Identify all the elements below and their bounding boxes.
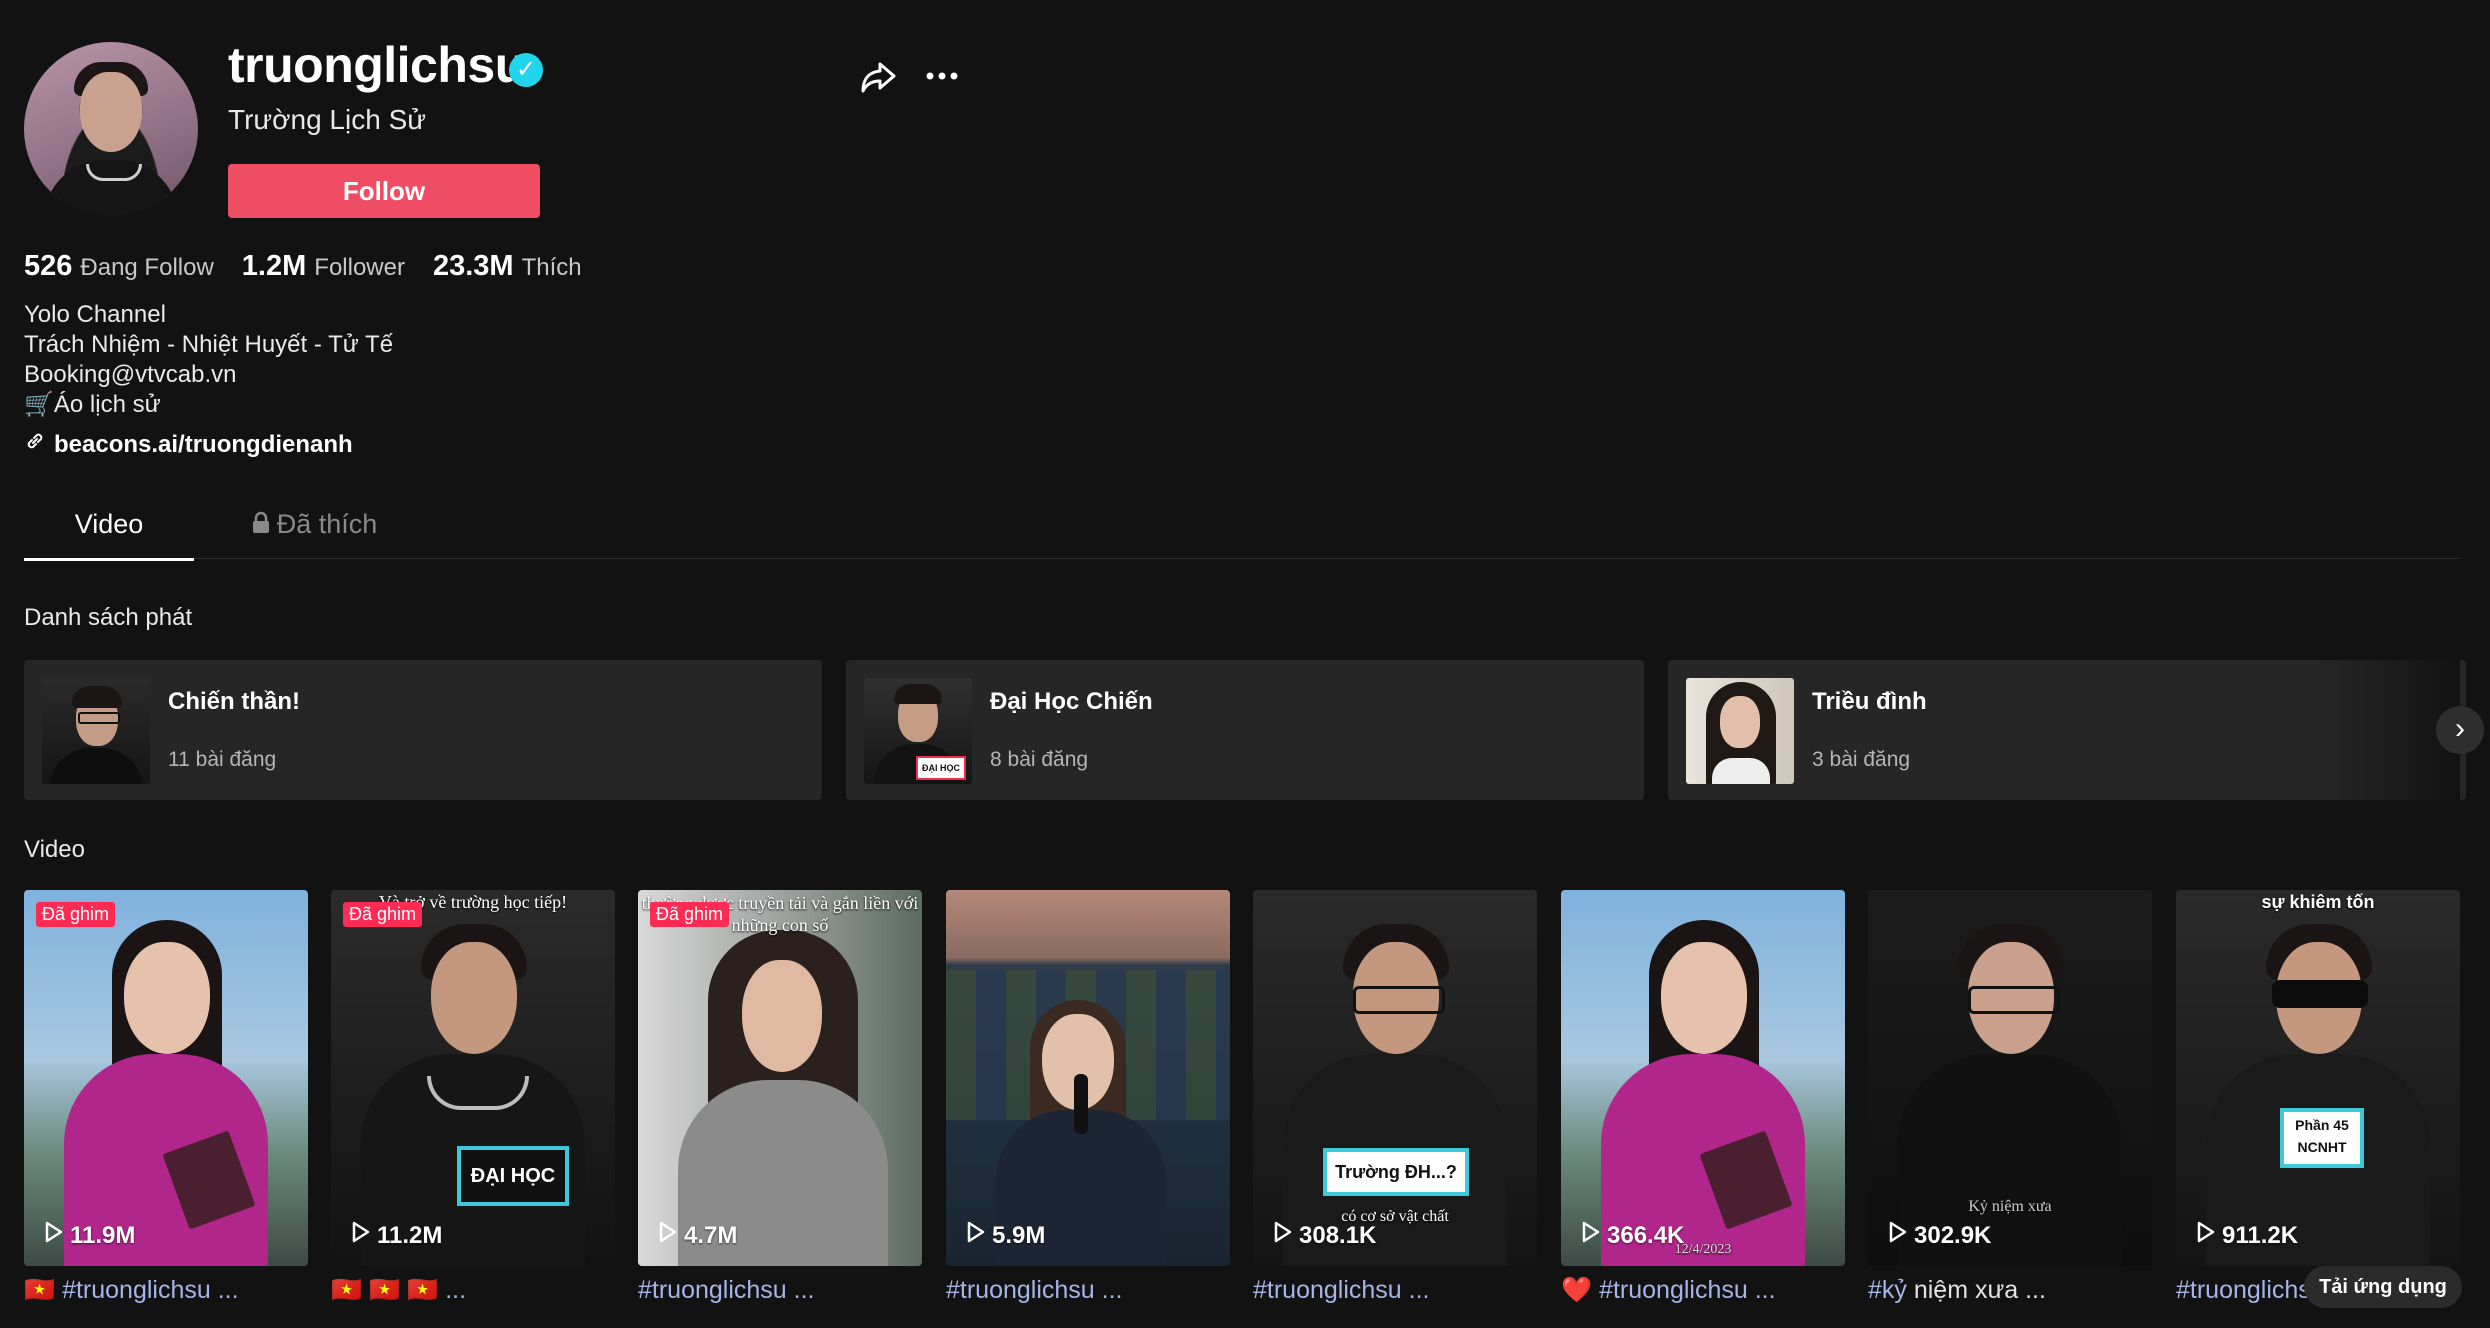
video-card[interactable]: Trường ĐH...? có cơ sở vật chất 308.1K #… [1253, 890, 1537, 1305]
video-thumbnail: Và trở về trường học tiếp! ĐẠI HỌC Đã gh… [331, 890, 615, 1266]
play-icon [1888, 1221, 1908, 1250]
video-card[interactable]: 5.9M #truonglichsu ... [946, 890, 1230, 1305]
link-icon [24, 430, 46, 459]
stat-following[interactable]: 526 Đang Follow [24, 250, 214, 283]
video-caption[interactable]: #truonglichsu ... [946, 1276, 1230, 1305]
play-icon [351, 1221, 371, 1250]
video-views: 308.1K [1273, 1221, 1376, 1250]
profile-avatar[interactable] [24, 42, 198, 216]
video-badge: ĐẠI HỌC [457, 1146, 569, 1206]
video-views: 5.9M [966, 1221, 1045, 1250]
playlist-card[interactable]: Chiến thần! 11 bài đăng [24, 660, 822, 800]
playlist-thumbnail [42, 678, 150, 784]
play-icon [658, 1221, 678, 1250]
video-card[interactable]: Kỷ niệm xưa 302.9K #kỷ niệm xưa ... [1868, 890, 2152, 1305]
video-overlay-text: sự khiêm tốn [2261, 892, 2375, 912]
video-thumbnail: thường được truyền tải và gắn liền với n… [638, 890, 922, 1266]
bio-line: Booking@vtvcab.vn [24, 361, 237, 388]
pinned-badge: Đã ghim [650, 902, 730, 927]
video-card[interactable]: Và trở về trường học tiếp! ĐẠI HỌC Đã gh… [331, 890, 615, 1305]
bio-line: 🛒Áo lịch sử [24, 391, 161, 418]
video-views: 11.2M [351, 1221, 442, 1250]
video-badge: Phần 45 NCNHT [2280, 1108, 2364, 1168]
follow-button[interactable]: Follow [228, 164, 540, 218]
playlist-next-button[interactable]: › [2436, 706, 2484, 754]
video-caption[interactable]: #truonglichsu ... [1253, 1276, 1537, 1305]
video-overlay-text: Kỷ niệm xưa [1968, 1198, 2052, 1215]
video-views: 911.2K [2196, 1221, 2298, 1250]
video-views: 11.9M [44, 1221, 135, 1250]
bio-line: Trách Nhiệm - Nhiệt Huyết - Tử Tế [24, 331, 394, 358]
pinned-badge: Đã ghim [36, 902, 116, 927]
playlists-heading: Danh sách phát [24, 604, 193, 631]
lock-icon [251, 502, 271, 550]
videos-heading: Video [24, 836, 85, 863]
playlist-count: 8 bài đăng [990, 748, 1089, 771]
playlist-title: Đại Học Chiến [990, 688, 1153, 715]
playlist-count: 11 bài đăng [168, 748, 277, 771]
play-icon [966, 1221, 986, 1250]
video-caption[interactable]: 🇻🇳 🇻🇳 🇻🇳 ... [331, 1276, 615, 1305]
profile-bio: Yolo Channel Trách Nhiệm - Nhiệt Huyết -… [24, 300, 393, 420]
playlist-count: 3 bài đăng [1812, 748, 1911, 771]
profile-username: truonglichsu [228, 37, 525, 93]
tab-video[interactable]: Video [24, 500, 194, 561]
profile-nickname: Trường Lịch Sử [228, 104, 426, 135]
tab-liked-label: Đã thích [276, 509, 378, 539]
video-card[interactable]: 12/4/2023 366.4K ❤️ #truonglichsu ... [1561, 890, 1845, 1305]
stat-likes: 23.3M Thích [432, 250, 582, 282]
video-caption[interactable]: #truonglichsu ... [638, 1276, 922, 1305]
video-caption[interactable]: ❤️ #truonglichsu ... [1561, 1276, 1845, 1305]
verified-badge-icon: ✓ [509, 53, 543, 87]
video-thumbnail: Đã ghim 11.9M [24, 890, 308, 1266]
video-card[interactable]: Đã ghim 11.9M 🇻🇳 #truonglichsu ... [24, 890, 308, 1305]
play-icon [1581, 1221, 1601, 1250]
video-thumbnail: 12/4/2023 366.4K [1561, 890, 1845, 1266]
video-thumbnail: 5.9M [946, 890, 1230, 1266]
playlist-title: Chiến thần! [168, 688, 300, 715]
video-card[interactable]: thường được truyền tải và gắn liền với n… [638, 890, 922, 1305]
profile-link-text[interactable]: beacons.ai/truongdienanh [54, 431, 353, 459]
playlist-card[interactable]: ĐẠI HỌC Đại Học Chiến 8 bài đăng [846, 660, 1644, 800]
profile-tabs: Video Đã thích [24, 500, 2460, 561]
video-caption[interactable]: 🇻🇳 #truonglichsu ... [24, 1276, 308, 1305]
video-caption[interactable]: #kỷ niệm xưa ... [1868, 1276, 2152, 1305]
video-thumbnail: Trường ĐH...? có cơ sở vật chất 308.1K [1253, 890, 1537, 1266]
playlist-title: Triều đình [1812, 688, 1927, 715]
video-card[interactable]: sự khiêm tốn Phần 45 NCNHT 911.2K #truon… [2176, 890, 2460, 1305]
profile-stats: 526 Đang Follow 1.2M Follower 23.3M Thích [24, 250, 582, 283]
more-options-icon[interactable] [922, 56, 962, 96]
playlist-thumbnail: ĐẠI HỌC [864, 678, 972, 784]
video-badge: Trường ĐH...? [1323, 1148, 1469, 1196]
tab-liked[interactable]: Đã thích [234, 500, 394, 558]
playlist-thumb-badge: ĐẠI HỌC [916, 756, 966, 780]
stat-followers[interactable]: 1.2M Follower [242, 250, 405, 283]
play-icon [44, 1221, 64, 1250]
video-thumbnail: sự khiêm tốn Phần 45 NCNHT 911.2K [2176, 890, 2460, 1266]
profile-link[interactable]: beacons.ai/truongdienanh [24, 430, 353, 459]
chevron-right-icon: › [2455, 712, 2465, 745]
download-app-button[interactable]: Tải ứng dụng [2304, 1266, 2462, 1308]
video-views: 302.9K [1888, 1221, 1991, 1250]
video-thumbnail: Kỷ niệm xưa 302.9K [1868, 890, 2152, 1266]
video-views: 366.4K [1581, 1221, 1684, 1250]
bio-line: Yolo Channel [24, 301, 166, 328]
share-icon[interactable] [858, 56, 898, 96]
video-views: 4.7M [658, 1221, 737, 1250]
play-icon [2196, 1221, 2216, 1250]
playlist-thumbnail [1686, 678, 1794, 784]
pinned-badge: Đã ghim [343, 902, 423, 927]
play-icon [1273, 1221, 1293, 1250]
